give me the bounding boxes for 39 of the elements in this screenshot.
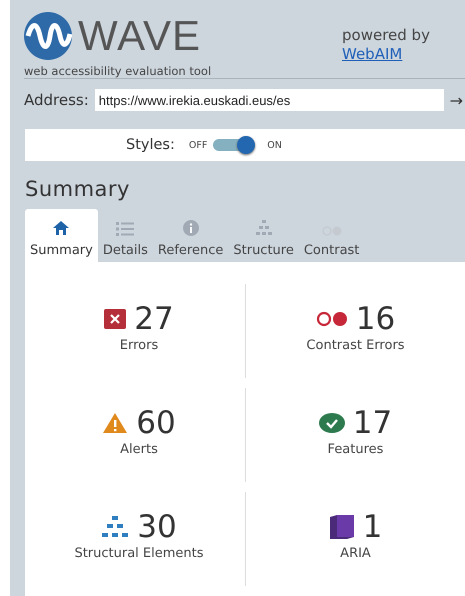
count: 16 (356, 302, 396, 336)
count: 27 (134, 302, 174, 336)
go-button[interactable]: → (450, 90, 465, 110)
tab[interactable]: Summary (25, 209, 98, 262)
check-icon (318, 413, 345, 433)
stat-label: Structural Elements (74, 546, 204, 561)
tab[interactable]: Reference (152, 209, 228, 262)
count: 30 (137, 510, 177, 544)
tab[interactable]: Structure (228, 209, 299, 262)
off-label: OFF (188, 140, 208, 150)
stat-label: Features (328, 442, 384, 457)
contrast-error-icon (316, 311, 348, 327)
count: 60 (136, 406, 176, 440)
count: 17 (352, 406, 392, 440)
list-icon (116, 222, 134, 236)
tab[interactable]: Contrast (298, 209, 364, 262)
address-label: Address: (24, 91, 89, 109)
on-label: ON (267, 140, 282, 150)
cube-icon (328, 514, 355, 540)
styles-label: Styles: (126, 137, 175, 153)
powered-by-text: powered by (342, 26, 430, 45)
info-icon (182, 220, 199, 236)
wave-logo-icon (24, 12, 72, 60)
warning-icon (102, 412, 128, 434)
stat-label: Alerts (120, 442, 158, 457)
count: 1 (362, 510, 382, 544)
stat-label: ARIA (340, 546, 371, 561)
tagline: web accessibility evaluation tool (24, 64, 212, 78)
error-icon (104, 309, 126, 329)
stat-label: Errors (120, 338, 158, 353)
section-title: Summary (25, 177, 130, 201)
webaim-link[interactable]: WebAIM (342, 45, 402, 63)
hierarchy-icon (254, 220, 273, 236)
home-icon (52, 220, 70, 236)
address-field[interactable]: https://www.irekia.euskadi.eus/es (94, 89, 444, 111)
tab[interactable]: Details (98, 209, 153, 262)
stat-label: Contrast Errors (306, 338, 405, 353)
hierarchy-icon (101, 516, 130, 538)
wave-logo-text: WAVE (78, 14, 202, 58)
